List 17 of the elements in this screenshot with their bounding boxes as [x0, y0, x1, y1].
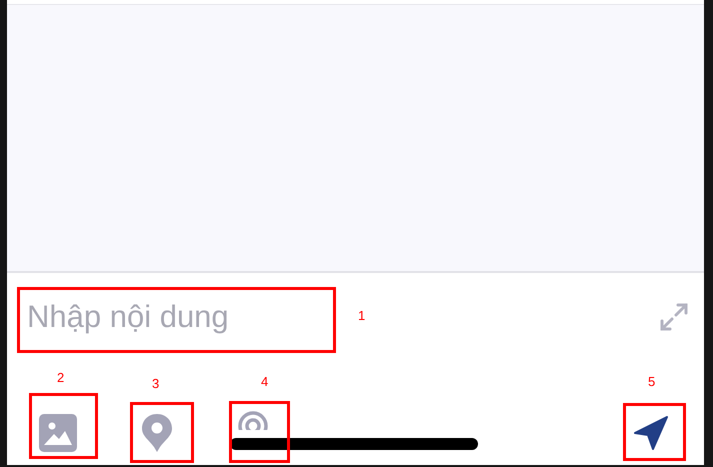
expand-icon	[660, 303, 688, 331]
annotation-number: 2	[57, 371, 64, 385]
annotation-number: 5	[648, 375, 656, 389]
annotation-frame	[130, 402, 194, 463]
annotation-frame	[29, 393, 98, 459]
annotation-frame	[623, 403, 686, 461]
image-button[interactable]	[39, 414, 77, 452]
annotation-frame	[229, 401, 290, 463]
location-button[interactable]	[141, 413, 173, 453]
annotation-number: 3	[152, 377, 160, 391]
expand-button[interactable]	[660, 303, 688, 331]
annotation-number: 1	[358, 309, 366, 323]
send-icon	[632, 414, 670, 452]
annotation-number: 4	[261, 375, 268, 389]
location-pin-icon	[141, 413, 173, 453]
image-icon	[39, 414, 77, 452]
send-button[interactable]	[632, 414, 670, 452]
